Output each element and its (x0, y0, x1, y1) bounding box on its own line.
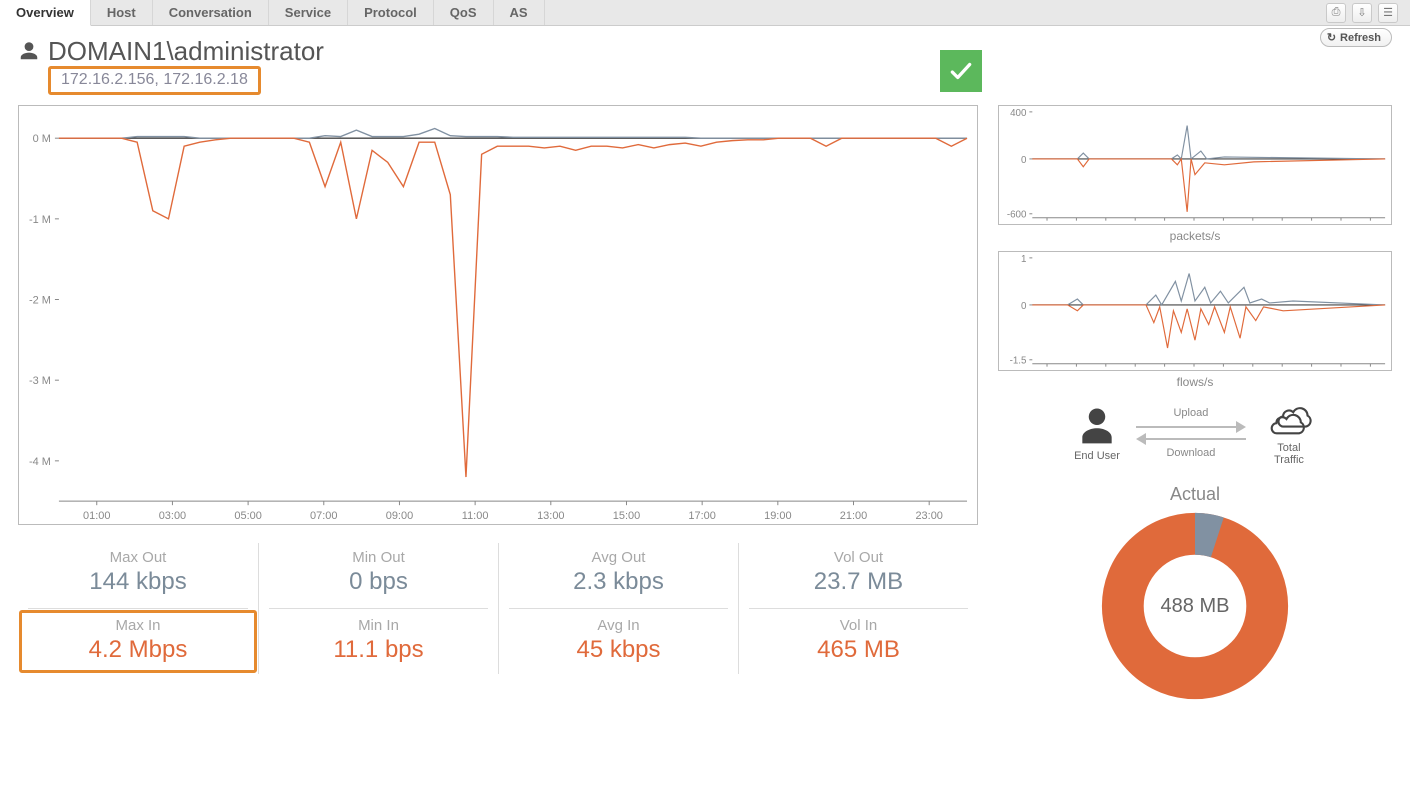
svg-text:0 M: 0 M (33, 133, 51, 145)
svg-text:-600: -600 (1007, 210, 1027, 221)
refresh-button[interactable]: ↻ Refresh (1320, 28, 1392, 47)
traffic-diagram: End User Upload Download Total Tra (998, 399, 1392, 466)
mini-chart-packets[interactable]: 400 0 -600 (998, 105, 1392, 225)
tab-conversation[interactable]: Conversation (153, 0, 269, 25)
tab-qos[interactable]: QoS (434, 0, 494, 25)
svg-text:0: 0 (1021, 155, 1027, 166)
tab-as[interactable]: AS (494, 0, 545, 25)
mini-chart-flows-label: flows/s (998, 375, 1392, 389)
diagram-download-label: Download (1166, 447, 1215, 459)
user-ips: 172.16.2.156, 172.16.2.18 (48, 66, 261, 95)
stat-label: Avg Out (509, 549, 728, 566)
stat-label: Min In (269, 617, 488, 634)
tab-protocol[interactable]: Protocol (348, 0, 434, 25)
svg-text:15:00: 15:00 (613, 510, 640, 522)
arrow-upload-icon (1136, 423, 1246, 431)
stat-label: Vol Out (749, 549, 968, 566)
tab-host[interactable]: Host (91, 0, 153, 25)
svg-text:1: 1 (1021, 254, 1026, 265)
svg-text:09:00: 09:00 (386, 510, 413, 522)
svg-text:19:00: 19:00 (764, 510, 791, 522)
mini-chart-packets-label: packets/s (998, 229, 1392, 243)
stats-grid: Max Out 144 kbps Max In 4.2 Mbps Min Out… (18, 543, 978, 674)
toolbar-print-icon[interactable]: ⎙ (1326, 3, 1346, 23)
diagram-left-label: End User (1074, 450, 1120, 462)
stat-value: 0 bps (269, 568, 488, 596)
svg-text:21:00: 21:00 (840, 510, 867, 522)
stat-label: Max Out (28, 549, 248, 566)
cloud-icon (1262, 399, 1316, 439)
page-title: DOMAIN1\administrator (48, 38, 324, 64)
svg-text:-2 M: -2 M (29, 295, 51, 307)
user-icon (18, 40, 40, 65)
svg-text:0: 0 (1021, 301, 1027, 312)
donut-title: Actual (998, 484, 1392, 505)
stat-label: Max In (28, 617, 248, 634)
diagram-right-label: Total Traffic (1262, 442, 1316, 466)
tab-service[interactable]: Service (269, 0, 348, 25)
svg-text:11:00: 11:00 (462, 510, 489, 522)
donut-center-label: 488 MB (1100, 511, 1290, 701)
mini-chart-flows[interactable]: 1 0 -1.5 (998, 251, 1392, 371)
arrow-download-icon (1136, 435, 1246, 443)
svg-text:01:00: 01:00 (83, 510, 110, 522)
stat-value: 45 kbps (509, 636, 728, 664)
toolbar-settings-icon[interactable]: ☰ (1378, 3, 1398, 23)
toolbar-export-icon[interactable]: ⇩ (1352, 3, 1372, 23)
donut-chart[interactable]: 488 MB (1100, 511, 1290, 701)
svg-text:05:00: 05:00 (234, 510, 261, 522)
stat-value: 465 MB (749, 636, 968, 664)
stat-label: Vol In (749, 617, 968, 634)
stat-value: 2.3 kbps (509, 568, 728, 596)
svg-text:13:00: 13:00 (537, 510, 564, 522)
svg-text:-1.5: -1.5 (1010, 356, 1027, 367)
svg-text:-4 M: -4 M (29, 456, 51, 468)
svg-text:03:00: 03:00 (159, 510, 186, 522)
stat-label: Avg In (509, 617, 728, 634)
stat-value: 11.1 bps (269, 636, 488, 664)
svg-text:-1 M: -1 M (29, 214, 51, 226)
tab-overview[interactable]: Overview (0, 0, 91, 26)
stat-value: 4.2 Mbps (28, 636, 248, 664)
svg-text:07:00: 07:00 (310, 510, 337, 522)
stat-label: Min Out (269, 549, 488, 566)
refresh-icon: ↻ (1327, 31, 1336, 44)
svg-text:23:00: 23:00 (915, 510, 942, 522)
diagram-upload-label: Upload (1173, 407, 1208, 419)
svg-text:17:00: 17:00 (688, 510, 715, 522)
tabs-bar: Overview Host Conversation Service Proto… (0, 0, 1410, 26)
refresh-label: Refresh (1340, 32, 1381, 44)
svg-text:400: 400 (1010, 108, 1027, 119)
main-chart[interactable]: 0 M -1 M -2 M -3 M -4 M 01:00 03:00 05:00 07:00 0… (18, 105, 978, 525)
end-user-icon (1075, 403, 1119, 447)
status-indicator (940, 50, 982, 92)
stat-value: 23.7 MB (749, 568, 968, 596)
svg-text:-3 M: -3 M (29, 375, 51, 387)
stat-value: 144 kbps (28, 568, 248, 596)
